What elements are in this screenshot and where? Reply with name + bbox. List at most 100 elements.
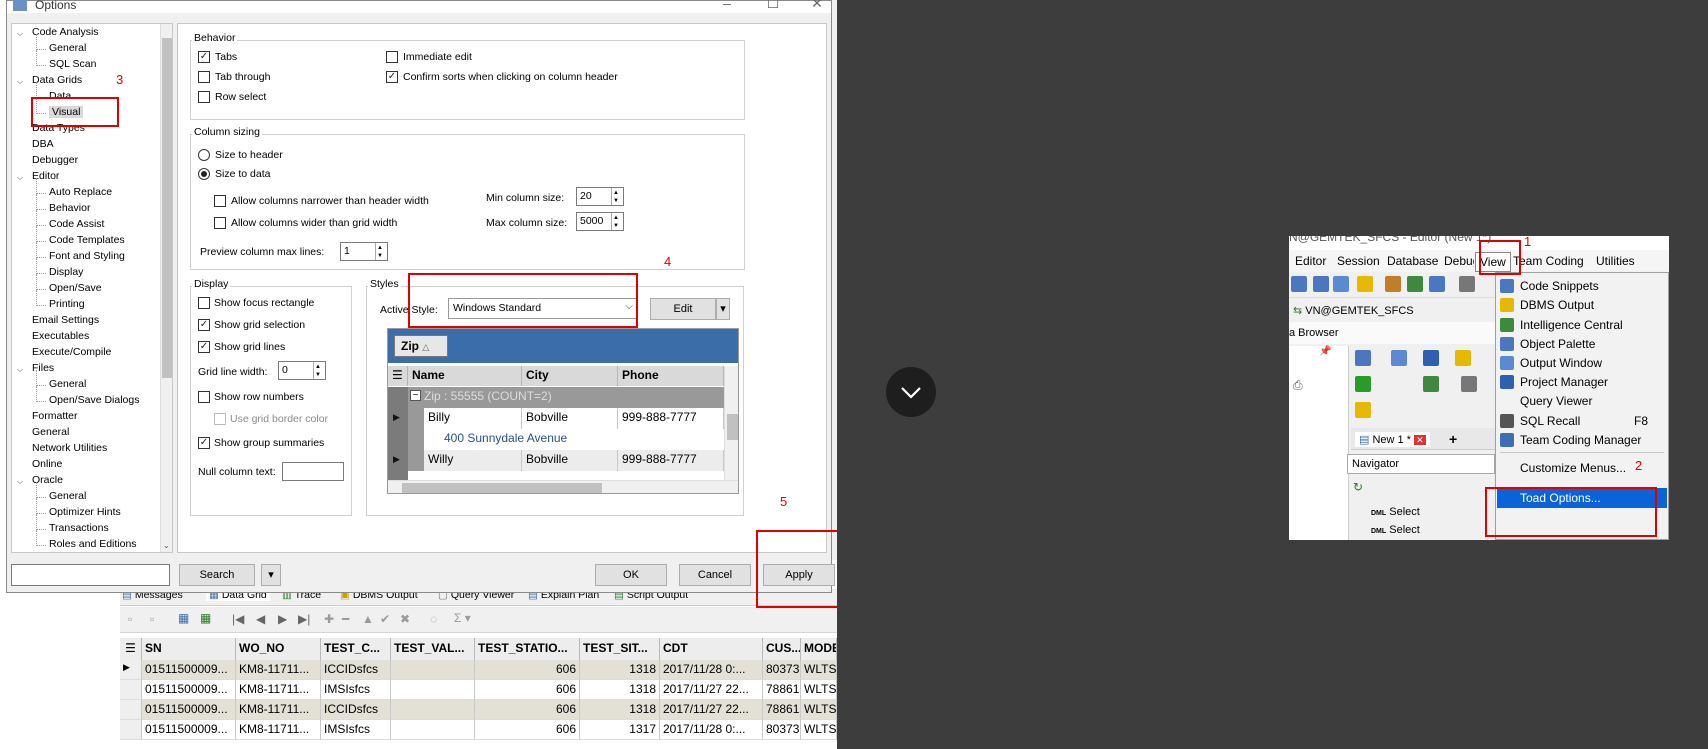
toolbar-icon[interactable] — [1423, 376, 1439, 392]
toolbar-icon[interactable] — [1461, 376, 1477, 392]
grid-line-width-stepper[interactable]: 0 ▲ ▼ — [278, 361, 326, 380]
menu-utilities[interactable]: Utilities — [1596, 254, 1635, 268]
table-cell[interactable]: 80373 — [763, 660, 801, 680]
table-cell[interactable]: 606 — [475, 700, 580, 720]
null-column-text-input[interactable] — [282, 462, 344, 481]
table-cell[interactable]: 2017/11/28 0:... — [660, 720, 763, 740]
print-icon[interactable]: ⎙ — [1293, 378, 1303, 393]
tree-item[interactable]: Font and Styling — [49, 250, 125, 262]
insert-record-icon[interactable]: ✚ — [324, 612, 334, 626]
tree-item[interactable]: Behavior — [49, 202, 90, 214]
view-menu-item[interactable]: Query Viewer — [1520, 394, 1592, 408]
use-grid-border-checkbox[interactable] — [214, 413, 226, 425]
edit-style-button[interactable]: Edit — [650, 298, 716, 320]
search-button[interactable]: Search — [179, 564, 255, 586]
table-cell[interactable]: 606 — [475, 720, 580, 740]
grid-import-icon[interactable]: ▦ — [200, 611, 211, 625]
toolbar-icon[interactable] — [1355, 402, 1371, 418]
confirm-sorts-checkbox[interactable]: ✓ — [386, 71, 398, 83]
tree-item[interactable]: SQL Scan — [49, 58, 96, 70]
col-header[interactable]: TEST_SIT... — [580, 638, 660, 660]
table-cell[interactable]: 606 — [475, 680, 580, 700]
size-to-header-radio[interactable] — [198, 149, 210, 161]
table-cell[interactable]: KM8-11711... — [236, 660, 321, 680]
stepper-arrows[interactable]: ▲ ▼ — [611, 188, 623, 205]
table-cell[interactable]: 2017/11/28 0:... — [660, 660, 763, 680]
view-menu-item[interactable]: Customize Menus... — [1520, 461, 1626, 475]
row-select-checkbox[interactable] — [198, 91, 210, 103]
expand-chevron-button[interactable] — [886, 367, 936, 417]
navigator-item[interactable]: DML Select — [1371, 524, 1420, 536]
table-cell[interactable]: KM8-11711... — [236, 680, 321, 700]
table-cell[interactable]: 78861 — [763, 700, 801, 720]
menu-editor[interactable]: Editor — [1295, 254, 1326, 268]
tree-expander-icon[interactable]: ⌵ — [17, 173, 23, 183]
navigator-item[interactable]: DML Select — [1371, 506, 1420, 518]
navigator-header[interactable]: Navigator — [1347, 454, 1495, 474]
tree-expander-icon[interactable]: ⌵ — [17, 29, 23, 39]
show-grid-lines-checkbox[interactable]: ✓ — [198, 341, 210, 353]
table-cell[interactable]: 01511500009... — [142, 720, 236, 740]
execute-icon[interactable] — [1355, 376, 1371, 392]
browser-tab[interactable]: a Browser — [1289, 327, 1339, 339]
table-cell[interactable] — [391, 680, 475, 700]
add-tab-icon[interactable]: + — [1449, 431, 1457, 447]
menu-team-coding[interactable]: Team Coding — [1513, 254, 1584, 268]
table-cell[interactable]: 80373 — [763, 720, 801, 740]
tree-item[interactable]: General — [49, 378, 86, 390]
col-header[interactable]: TEST_STATIO... — [475, 638, 580, 660]
toolbar-icon[interactable] — [1407, 276, 1423, 292]
tree-scroll-thumb[interactable] — [162, 38, 172, 378]
toolbar-icon[interactable] — [1429, 276, 1445, 292]
tree-item[interactable]: Roles and Editions — [49, 538, 137, 550]
preview-hscroll-thumb[interactable] — [402, 483, 602, 493]
table-cell[interactable]: IMSIsfcs — [321, 680, 391, 700]
last-record-icon[interactable]: ▶| — [298, 612, 310, 626]
min-column-size-stepper[interactable]: 20 ▲ ▼ — [576, 187, 624, 206]
prev-record-icon[interactable]: ◀ — [256, 612, 265, 626]
table-cell[interactable]: WLTS — [801, 660, 837, 680]
table-cell[interactable] — [391, 700, 475, 720]
search-options-icon[interactable]: ▾ — [261, 564, 281, 586]
col-header[interactable]: MODE — [801, 638, 837, 660]
toolbar-icon[interactable] — [1391, 350, 1407, 366]
tree-item[interactable]: Online — [32, 458, 62, 470]
save-icon[interactable]: ▫ — [128, 612, 132, 626]
pin-icon[interactable]: 📌 — [1319, 346, 1331, 357]
tree-item[interactable]: Debugger — [32, 154, 78, 166]
table-cell[interactable]: IMSIsfcs — [321, 720, 391, 740]
tree-item[interactable]: Auto Replace — [49, 186, 112, 198]
minimize-icon[interactable]: – — [717, 0, 737, 11]
show-focus-checkbox[interactable] — [198, 297, 210, 309]
col-header[interactable]: WO_NO — [236, 638, 321, 660]
tree-item[interactable]: Formatter — [32, 410, 78, 422]
table-cell[interactable] — [391, 660, 475, 680]
tree-item[interactable]: Network Utilities — [32, 442, 107, 454]
copy-icon[interactable]: ▫ — [150, 612, 154, 626]
edit-style-dropdown-icon[interactable]: ▾ — [716, 298, 730, 320]
menu-debug[interactable]: Debug — [1444, 254, 1474, 268]
table-cell[interactable]: 01511500009... — [142, 700, 236, 720]
tree-item[interactable]: Code Assist — [49, 218, 104, 230]
cancel-button[interactable]: Cancel — [679, 564, 751, 586]
menu-database[interactable]: Database — [1387, 254, 1438, 268]
menu-session[interactable]: Session — [1337, 254, 1380, 268]
maximize-icon[interactable]: ☐ — [763, 0, 783, 12]
tree-item[interactable]: Open/Save Dialogs — [49, 394, 139, 406]
col-header[interactable]: CDT — [660, 638, 763, 660]
delete-record-icon[interactable]: ━ — [342, 612, 349, 626]
tree-item[interactable]: Email Settings — [32, 314, 99, 326]
tree-item[interactable]: Optimizer Hints — [49, 506, 121, 518]
preview-hscrollbar[interactable] — [388, 480, 738, 493]
toolbar-icon[interactable] — [1333, 276, 1349, 292]
refresh-icon[interactable]: ◌ — [430, 612, 437, 626]
table-cell[interactable]: 1318 — [580, 660, 660, 680]
tree-expander-icon[interactable]: ⌵ — [17, 477, 23, 487]
tree-item[interactable]: Open/Save — [49, 282, 102, 294]
table-cell[interactable]: 01511500009... — [142, 660, 236, 680]
row-indicator[interactable] — [120, 700, 142, 720]
move-up-icon[interactable]: ▲ — [362, 612, 374, 626]
preview-vscroll-thumb[interactable] — [727, 414, 738, 440]
toolbar-icon[interactable] — [1385, 276, 1401, 292]
view-menu-item[interactable]: SQL Recall — [1520, 414, 1580, 428]
